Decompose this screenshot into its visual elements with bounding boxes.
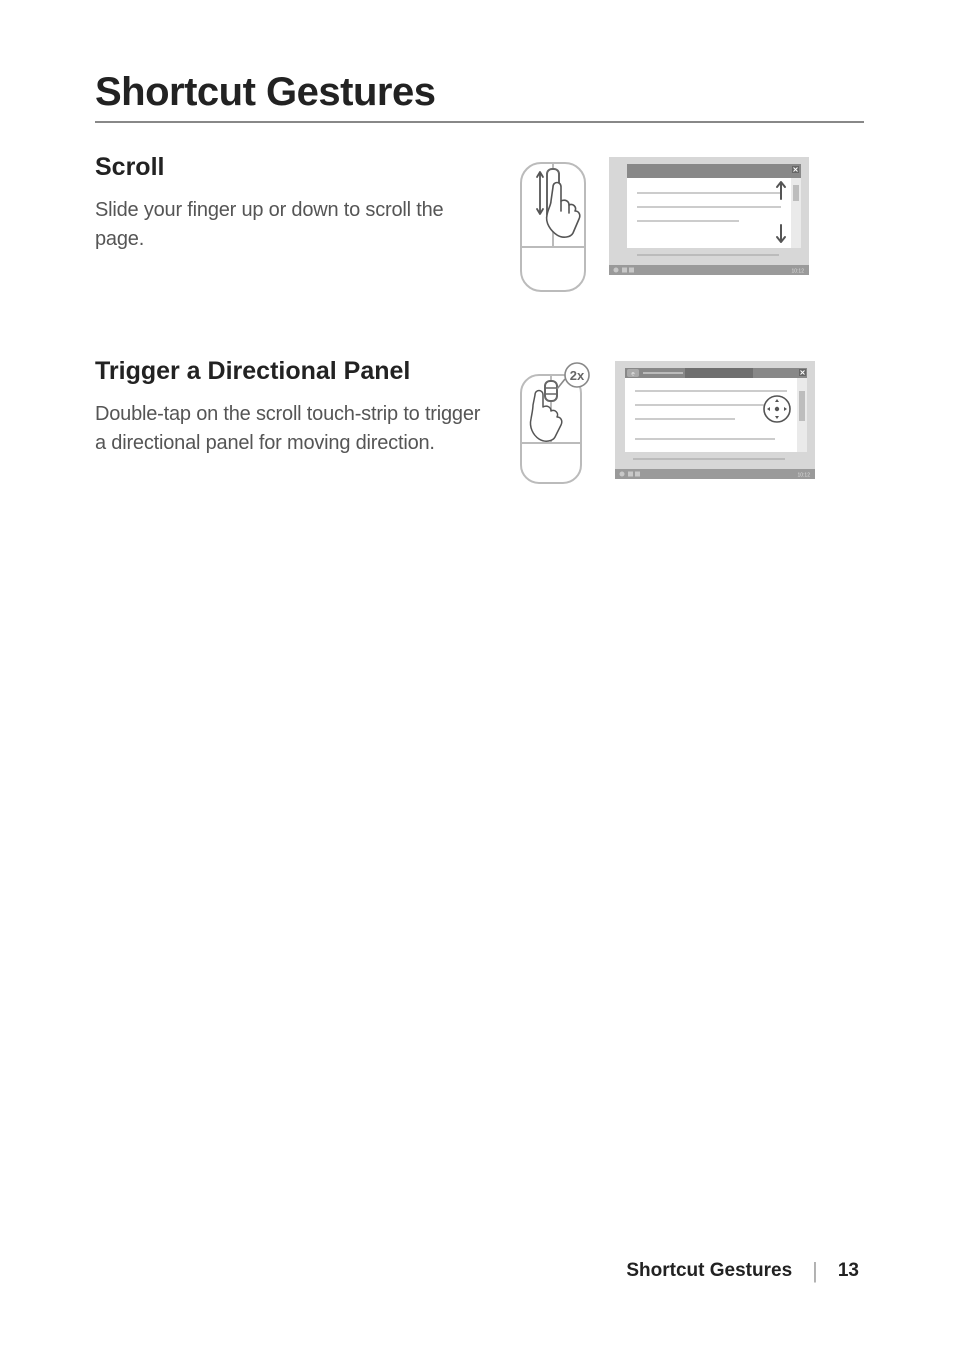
scroll-mouse-icon [515,157,591,297]
section-directional-panel: Trigger a Directional Panel Double-tap o… [95,357,864,489]
directional-screen-icon: e [615,361,815,479]
section-heading: Trigger a Directional Panel [95,357,485,386]
section-text: Scroll Slide your finger up or down to s… [95,153,485,254]
section-body: Double-tap on the scroll touch-strip to … [95,400,485,458]
doubletap-mouse-icon: 2x [515,361,597,489]
footer-page-number: 13 [838,1260,859,1282]
section-illustrations: 10:12 [515,153,864,297]
section-heading: Scroll [95,153,485,182]
scroll-screen-icon: 10:12 [609,157,809,275]
doubletap-label: 2x [570,368,585,383]
taskbar-time: 10:12 [797,473,810,479]
section-text: Trigger a Directional Panel Double-tap o… [95,357,485,458]
page-footer: Shortcut Gestures | 13 [626,1258,859,1284]
page-title: Shortcut Gestures [95,70,864,123]
document-page: Shortcut Gestures Scroll Slide your fing… [0,0,954,1354]
section-body: Slide your finger up or down to scroll t… [95,196,485,254]
section-scroll: Scroll Slide your finger up or down to s… [95,153,864,297]
taskbar-time: 10:12 [791,269,804,275]
section-illustrations: 2x e [515,357,864,489]
directional-panel-icon [764,396,790,422]
footer-title: Shortcut Gestures [626,1260,792,1282]
footer-separator: | [812,1258,818,1284]
